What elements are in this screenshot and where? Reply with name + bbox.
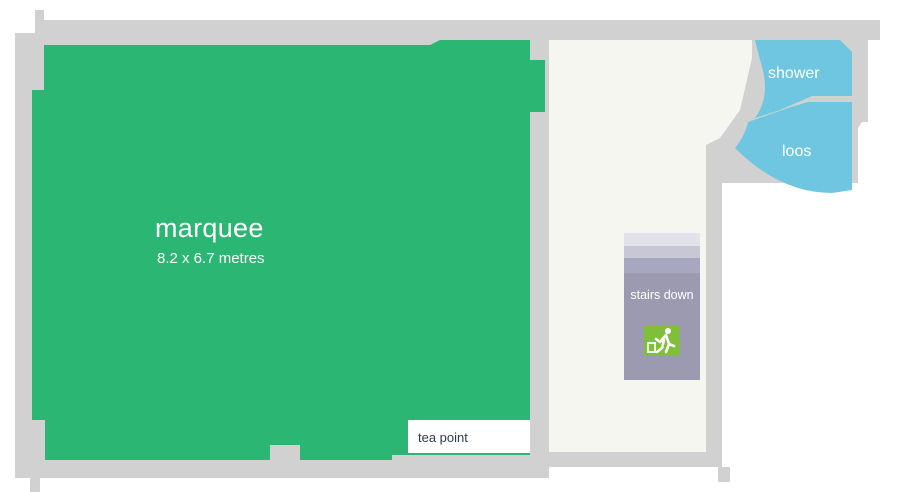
marquee <box>32 40 545 460</box>
marquee-label: marquee <box>155 213 264 243</box>
emergency-exit-icon <box>644 326 680 356</box>
stairs <box>624 233 700 380</box>
loos-label: loos <box>782 143 812 160</box>
shower-label: shower <box>768 65 820 82</box>
tea-point-label: tea point <box>418 430 468 445</box>
marquee-dimensions: 8.2 x 6.7 metres <box>157 250 265 267</box>
stairs-label: stairs down <box>630 288 694 302</box>
